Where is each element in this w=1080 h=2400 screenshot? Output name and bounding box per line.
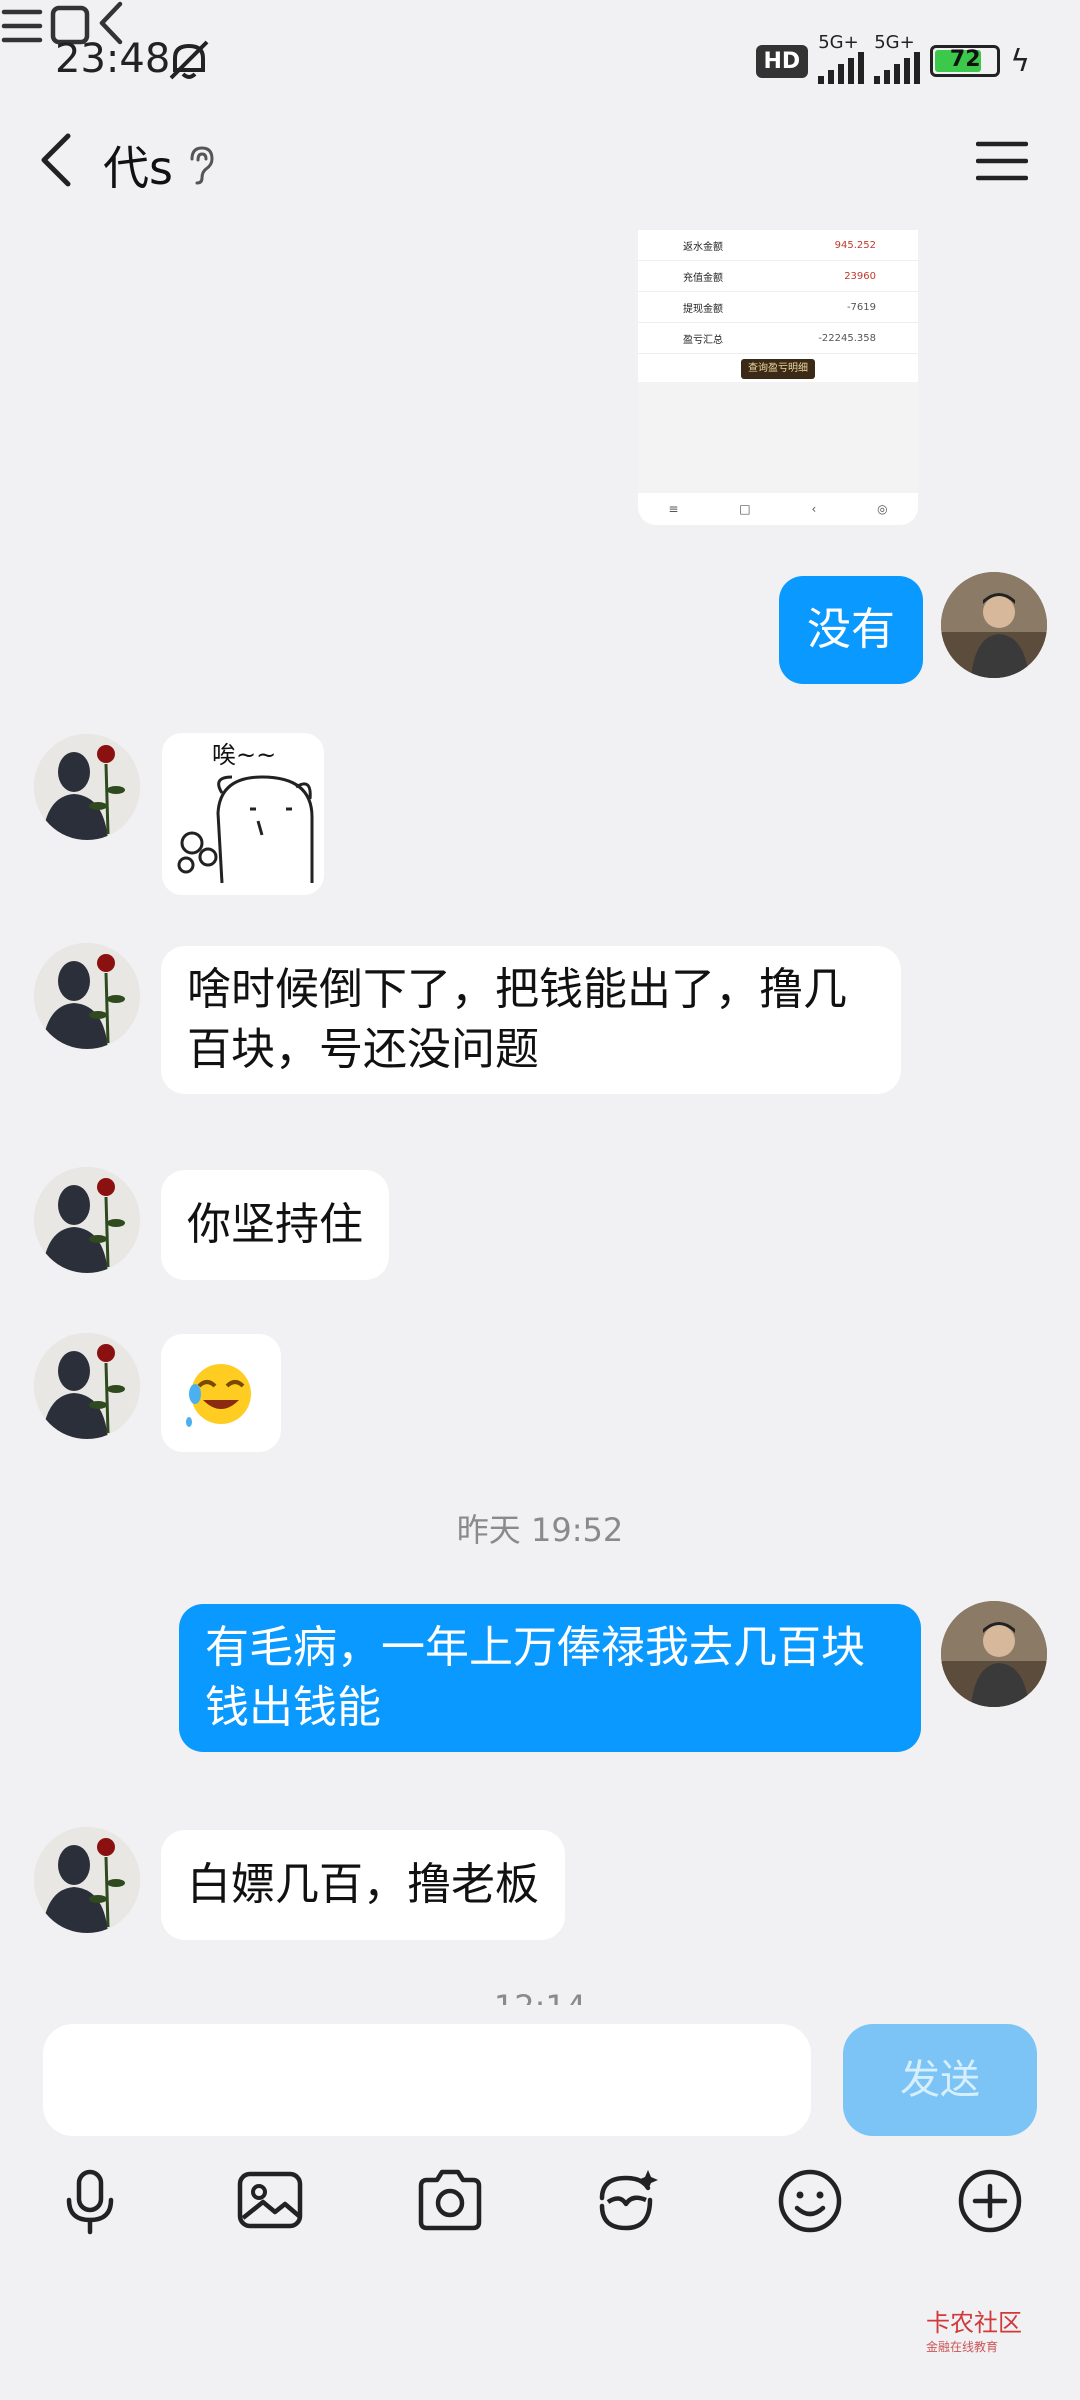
signal-icon: 5G+ [874,32,921,84]
outgoing-message[interactable]: 没有 [779,576,923,684]
contact-avatar[interactable] [34,943,140,1049]
my-avatar[interactable] [941,1601,1047,1707]
sigh-bear-sticker: 唉~~ [177,741,314,884]
contact-avatar-image [34,734,140,840]
charging-icon: ϟ [1010,43,1030,79]
contact-avatar-image [34,1167,140,1273]
incoming-message[interactable]: 白嫖几百，撸老板 [161,1830,565,1940]
contact-avatar[interactable] [34,734,140,840]
outgoing-message[interactable]: 有毛病，一年上万俸禄我去几百块钱出钱能 [179,1604,921,1752]
clock: 23:48 [55,36,171,82]
incoming-message[interactable]: 啥时候倒下了，把钱能出了，撸几百块，号还没问题 [161,946,901,1094]
message-input[interactable] [43,2024,811,2136]
emoji-icon[interactable] [775,2166,845,2236]
microphone-icon[interactable] [55,2166,125,2236]
magic-face-icon[interactable] [592,2166,662,2236]
incoming-message[interactable]: 你坚持住 [161,1170,389,1280]
laughing-crying-emoji-icon [186,1364,251,1427]
watermark-logo: 卡农社区 金融在线教育 [926,2309,1022,2354]
hd-badge: HD [755,44,809,78]
battery-icon: 72 [930,45,1001,77]
stat-row: 充值金额 23960 [638,261,918,292]
contact-avatar-image [34,1333,140,1439]
camera-icon[interactable] [415,2166,485,2236]
back-icon: ‹ [811,502,817,516]
contact-avatar-image [34,1827,140,1933]
my-avatar-image [941,572,1047,678]
send-button[interactable]: 发送 [843,2024,1037,2136]
image-nav-bar: ≡ □ ‹ ◎ [638,493,918,525]
query-detail-button: 查询盈亏明细 [741,359,815,379]
status-bar: 23:48 HD 5G+ 5G+ 72 ϟ [0,0,1080,120]
image-message[interactable]: 返水金额 945.252 充值金额 23960 提现金额 -7619 盈亏汇总 … [638,230,918,525]
stat-row: 提现金额 -7619 [638,292,918,323]
svg-text:唉~~: 唉~~ [212,741,276,769]
mute-icon [169,40,209,80]
stat-row: 盈亏汇总 -22245.358 [638,323,918,354]
image-icon[interactable] [235,2166,305,2236]
emoji-message[interactable] [161,1334,281,1452]
status-indicators: HD 5G+ 5G+ 72 ϟ [755,32,1030,84]
home-icon: □ [739,502,751,516]
ear-icon[interactable] [186,145,216,185]
menu-icon[interactable] [976,140,1028,182]
contact-avatar[interactable] [34,1827,140,1933]
battery-level: 72 [949,47,981,72]
my-avatar-image [941,1601,1047,1707]
stat-row: 返水金额 945.252 [638,230,918,261]
signal-icon: 5G+ [818,32,865,84]
chat-title: 代s [103,141,173,195]
menu-icon: ≡ [668,502,679,516]
contact-avatar-image [34,943,140,1049]
timestamp: 昨天 19:52 [456,1511,624,1549]
contact-avatar[interactable] [34,1333,140,1439]
assist-icon: ◎ [877,502,888,516]
back-arrow-icon[interactable] [36,130,76,190]
contact-avatar[interactable] [34,1167,140,1273]
plus-icon[interactable] [955,2166,1025,2236]
sticker-message[interactable]: 唉~~ [162,733,324,895]
my-avatar[interactable] [941,572,1047,678]
